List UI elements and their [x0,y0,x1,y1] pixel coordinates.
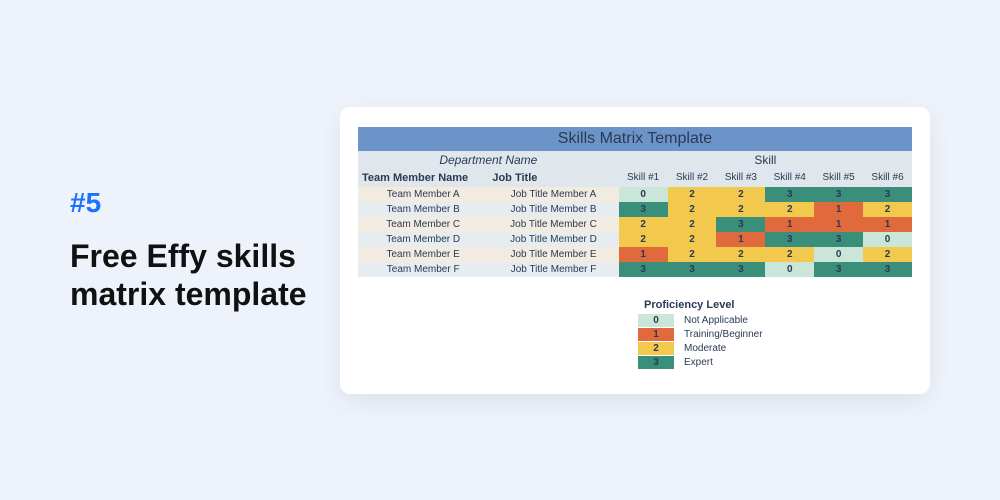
skill-cell: 1 [863,217,912,232]
member-name: Team Member B [358,202,488,217]
name-header: Team Member Name [358,169,488,187]
legend-swatch: 2 [638,342,674,355]
skill-cell: 2 [716,202,765,217]
skill-header: Skill #1 [619,169,668,187]
skill-cell: 2 [716,247,765,262]
skill-cell: 2 [668,202,717,217]
skill-cell: 3 [716,262,765,277]
table-row: Team Member CJob Title Member C223111 [358,217,912,232]
member-name: Team Member E [358,247,488,262]
skill-header: Skill #3 [716,169,765,187]
skill-cell: 3 [814,187,863,202]
skill-cell: 3 [863,262,912,277]
column-header-row: Team Member Name Job Title Skill #1 Skil… [358,169,912,187]
skill-cell: 1 [814,202,863,217]
table-row: Team Member FJob Title Member F333033 [358,262,912,277]
skill-cell: 2 [765,202,814,217]
template-card: Skills Matrix Template Department Name S… [340,107,930,394]
skill-cell: 3 [814,232,863,247]
skill-cell: 2 [716,187,765,202]
table-row: Team Member DJob Title Member D221330 [358,232,912,247]
member-name: Team Member F [358,262,488,277]
skill-cell: 3 [863,187,912,202]
member-name: Team Member D [358,232,488,247]
legend-row: 3 Expert [638,356,912,369]
job-header: Job Title [488,169,618,187]
skill-cell: 0 [619,187,668,202]
skill-header: Skill #2 [668,169,717,187]
legend: Proficiency Level 0 Not Applicable 1 Traini… [638,299,912,369]
item-number: #5 [70,187,310,219]
skill-cell: 3 [716,217,765,232]
member-name: Team Member A [358,187,488,202]
member-job: Job Title Member C [488,217,618,232]
skill-cell: 0 [814,247,863,262]
skill-cell: 3 [619,202,668,217]
legend-title: Proficiency Level [644,299,912,311]
skills-matrix-table: Skills Matrix Template Department Name S… [358,127,912,277]
skill-group-label: Skill [619,151,912,169]
legend-row: 2 Moderate [638,342,912,355]
skill-cell: 3 [668,262,717,277]
skill-cell: 2 [619,232,668,247]
legend-label: Expert [684,357,713,368]
member-name: Team Member C [358,217,488,232]
skill-cell: 2 [668,187,717,202]
member-job: Job Title Member A [488,187,618,202]
table-row: Team Member EJob Title Member E122202 [358,247,912,262]
legend-label: Training/Beginner [684,329,763,340]
skill-header: Skill #4 [765,169,814,187]
skill-cell: 2 [668,232,717,247]
member-job: Job Title Member D [488,232,618,247]
skill-cell: 1 [765,217,814,232]
legend-items: 0 Not Applicable 1 Training/Beginner 2 Modera… [638,314,912,369]
department-label: Department Name [358,151,619,169]
skill-cell: 3 [765,232,814,247]
matrix-body: Team Member AJob Title Member A022333Tea… [358,187,912,277]
skill-cell: 2 [863,247,912,262]
skill-cell: 3 [619,262,668,277]
legend-swatch: 3 [638,356,674,369]
group-header-row: Department Name Skill [358,151,912,169]
headline: Free Effy skills matrix template [70,237,310,314]
matrix-title: Skills Matrix Template [358,127,912,151]
table-row: Team Member AJob Title Member A022333 [358,187,912,202]
skill-cell: 1 [814,217,863,232]
skill-cell: 3 [814,262,863,277]
legend-label: Moderate [684,343,726,354]
skill-cell: 3 [765,187,814,202]
member-job: Job Title Member F [488,262,618,277]
skill-cell: 2 [765,247,814,262]
skill-header: Skill #5 [814,169,863,187]
legend-swatch: 0 [638,314,674,327]
skill-cell: 0 [765,262,814,277]
legend-row: 1 Training/Beginner [638,328,912,341]
legend-swatch: 1 [638,328,674,341]
matrix-title-row: Skills Matrix Template [358,127,912,151]
skill-cell: 2 [863,202,912,217]
member-job: Job Title Member B [488,202,618,217]
left-column: #5 Free Effy skills matrix template [70,187,310,314]
skill-cell: 1 [716,232,765,247]
table-row: Team Member BJob Title Member B322212 [358,202,912,217]
skill-header: Skill #6 [863,169,912,187]
skill-cell: 2 [668,217,717,232]
skill-cell: 1 [619,247,668,262]
skill-cell: 0 [863,232,912,247]
skill-cell: 2 [668,247,717,262]
member-job: Job Title Member E [488,247,618,262]
skill-cell: 2 [619,217,668,232]
legend-row: 0 Not Applicable [638,314,912,327]
legend-label: Not Applicable [684,315,748,326]
